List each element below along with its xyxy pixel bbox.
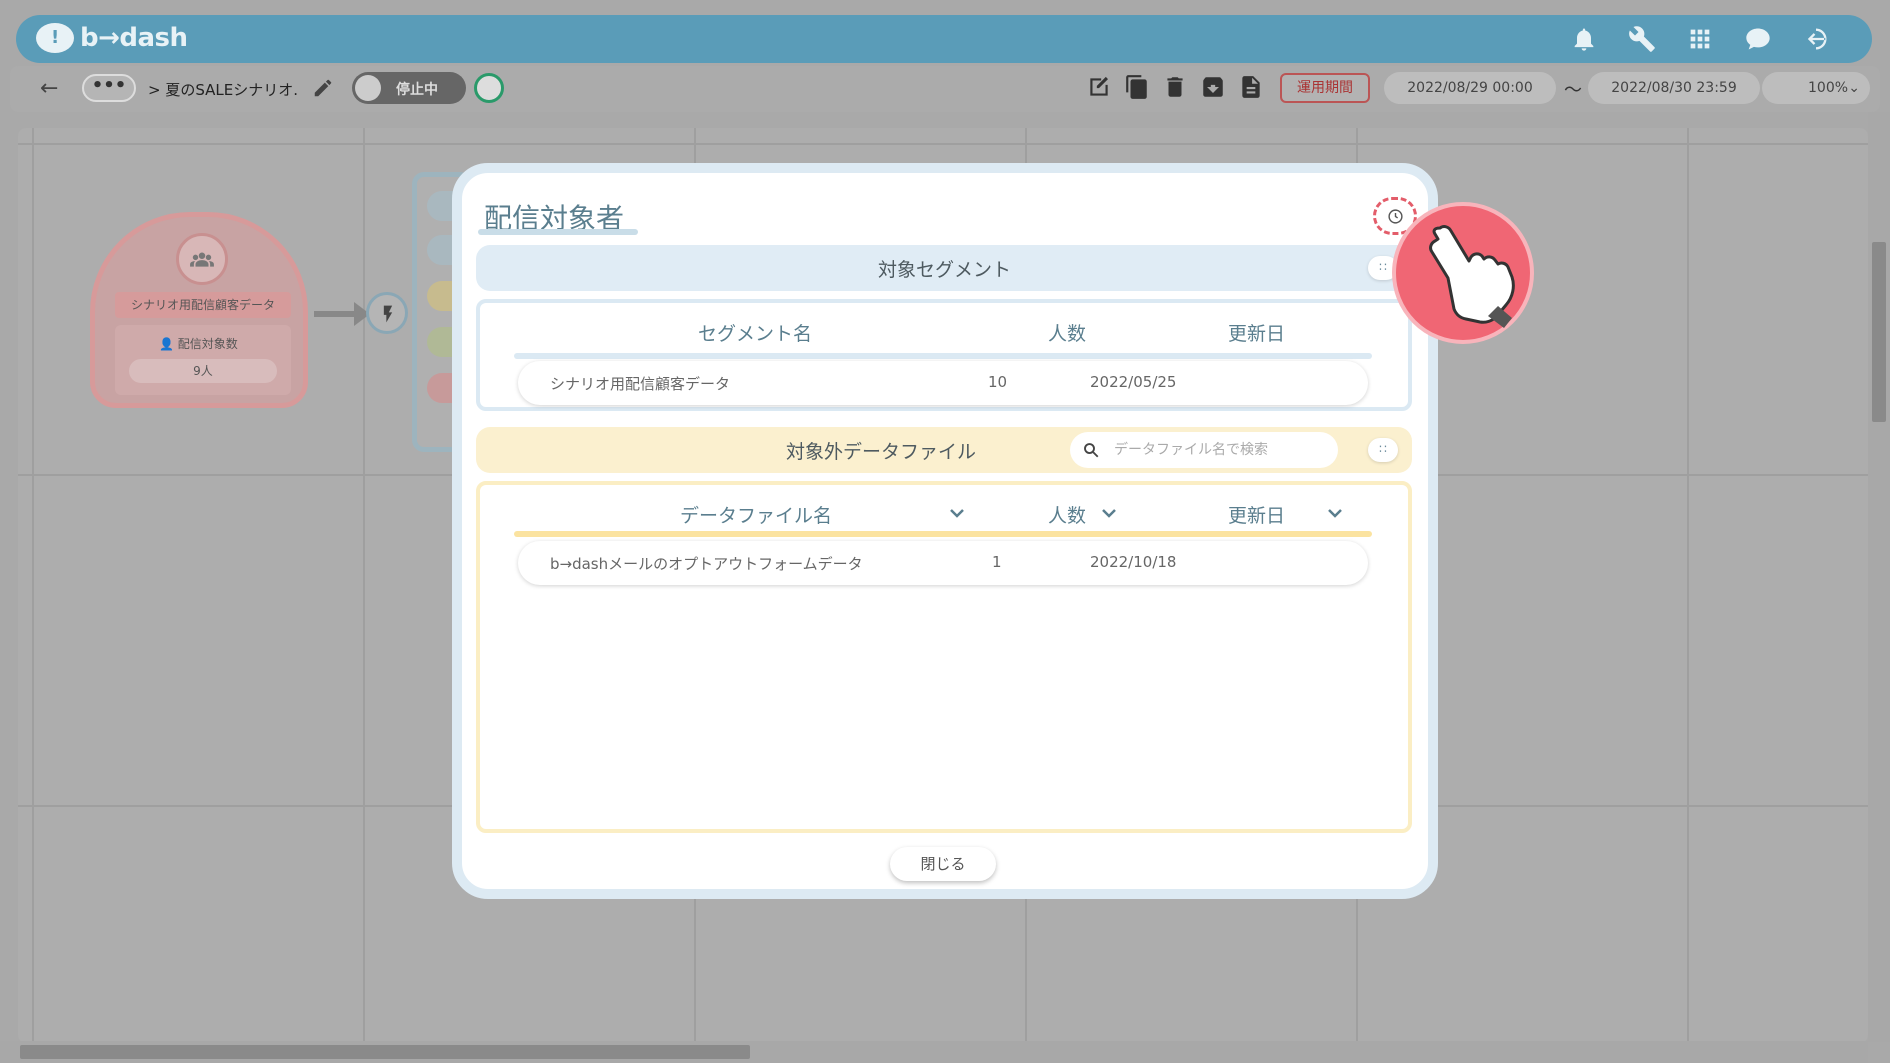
col-updated[interactable]: 更新日 — [1228, 501, 1285, 528]
trash-icon[interactable] — [1162, 74, 1188, 102]
header-divider — [514, 531, 1372, 537]
back-arrow-icon[interactable]: ← — [40, 76, 58, 101]
node-count-label-text: 配信対象数 — [177, 337, 238, 351]
header-divider — [514, 353, 1372, 359]
scenario-status-toggle[interactable]: 停止中 — [352, 72, 466, 104]
pointer-hand-icon — [1392, 202, 1534, 344]
row-date: 2022/10/18 — [1090, 553, 1177, 571]
search-input[interactable] — [1114, 438, 1324, 462]
breadcrumb: > 夏のSALEシナリオ. — [148, 81, 299, 99]
operation-period-button[interactable]: 運用期間 — [1280, 73, 1370, 103]
logo-mark-icon: ! — [36, 23, 74, 53]
edit-note-icon[interactable] — [1086, 74, 1112, 102]
history-icon — [1388, 209, 1403, 224]
node-count-label: 👤 配信対象数 — [159, 335, 238, 352]
connector-line — [314, 311, 358, 317]
segment-node[interactable]: シナリオ用配信顧客データ 👤 配信対象数 9人 — [90, 212, 308, 408]
chevron-down-icon[interactable] — [1328, 503, 1342, 518]
date-range-separator: 〜 — [1564, 80, 1582, 101]
excluded-table: データファイル名 人数 更新日 b→dashメールのオプトアウトフォームデータ … — [476, 481, 1412, 833]
wrench-icon[interactable] — [1626, 25, 1658, 53]
row-date: 2022/05/25 — [1090, 373, 1177, 391]
row-name: b→dashメールのオプトアウトフォームデータ — [550, 555, 863, 573]
vertical-scrollbar[interactable] — [1868, 112, 1890, 1042]
group-icon — [176, 233, 228, 285]
node-title: シナリオ用配信顧客データ — [115, 292, 291, 318]
row-count: 10 — [988, 373, 1008, 391]
segment-section-title: 対象セグメント — [878, 259, 1012, 281]
end-date-field[interactable]: 2022/08/30 23:59 — [1588, 72, 1760, 104]
apps-grid-icon[interactable] — [1684, 25, 1716, 53]
title-underline — [478, 229, 638, 235]
col-count[interactable]: 人数 — [1048, 501, 1086, 528]
table-row[interactable]: b→dashメールのオプトアウトフォームデータ 1 2022/10/18 — [518, 541, 1368, 585]
col-segment-name: セグメント名 — [698, 323, 813, 345]
search-icon — [1084, 443, 1099, 458]
trigger-node[interactable] — [366, 292, 408, 334]
chevron-down-icon[interactable] — [1102, 503, 1116, 518]
col-updated: 更新日 — [1228, 323, 1286, 345]
app-logo[interactable]: ! b→dash — [36, 23, 188, 53]
node-count-box: 👤 配信対象数 9人 — [115, 325, 291, 395]
top-header: ! b→dash — [16, 15, 1872, 63]
edit-title-icon[interactable] — [312, 77, 334, 99]
start-date-field[interactable]: 2022/08/29 00:00 — [1384, 72, 1556, 104]
vertical-scroll-thumb[interactable] — [1872, 242, 1886, 422]
horizontal-scrollbar[interactable] — [0, 1041, 1868, 1063]
row-count: 1 — [992, 553, 1002, 571]
table-row[interactable]: シナリオ用配信顧客データ 10 2022/05/25 — [518, 361, 1368, 405]
horizontal-scroll-thumb[interactable] — [20, 1045, 750, 1059]
more-menu-button[interactable]: ••• — [82, 74, 136, 102]
excluded-section-title: 対象外データファイル — [786, 441, 977, 463]
document-icon[interactable] — [1238, 74, 1264, 102]
segment-table: セグメント名 人数 更新日 シナリオ用配信顧客データ 10 2022/05/25 — [476, 299, 1412, 411]
bell-icon[interactable] — [1568, 25, 1600, 53]
chevron-down-icon[interactable] — [950, 503, 964, 518]
logout-icon[interactable] — [1800, 25, 1832, 53]
user-avatar-icon[interactable] — [474, 73, 504, 103]
close-button[interactable]: 閉じる — [890, 847, 996, 881]
search-field[interactable] — [1070, 432, 1338, 468]
logo-text: b→dash — [80, 23, 188, 53]
toggle-knob — [355, 75, 381, 101]
zoom-select[interactable]: 100% ⌄ — [1762, 72, 1870, 104]
copy-icon[interactable] — [1124, 74, 1150, 102]
node-count-value: 9人 — [129, 359, 277, 383]
row-name: シナリオ用配信顧客データ — [550, 375, 731, 393]
recipients-modal: 配信対象者 対象セグメント ∷ セグメント名 人数 更新日 シナリオ用配信顧客デ… — [452, 163, 1438, 899]
segment-section-header: 対象セグメント ∷ — [476, 245, 1412, 291]
chevron-down-icon: ⌄ — [1848, 80, 1860, 96]
chat-icon[interactable] — [1742, 25, 1774, 53]
scenario-toolbar: ← ••• > 夏のSALEシナリオ. 停止中 運用期間 2022/08/29 … — [10, 66, 1880, 112]
person-icon: 👤 — [159, 337, 174, 351]
drag-handle-icon[interactable]: ∷ — [1368, 438, 1398, 462]
excluded-section-header: 対象外データファイル ∷ — [476, 427, 1412, 473]
lightning-icon — [383, 305, 393, 323]
toggle-label: 停止中 — [396, 82, 438, 98]
zoom-value: 100% — [1808, 80, 1849, 96]
col-count: 人数 — [1048, 323, 1087, 345]
col-file-name[interactable]: データファイル名 — [680, 501, 832, 528]
archive-icon[interactable] — [1200, 74, 1226, 102]
